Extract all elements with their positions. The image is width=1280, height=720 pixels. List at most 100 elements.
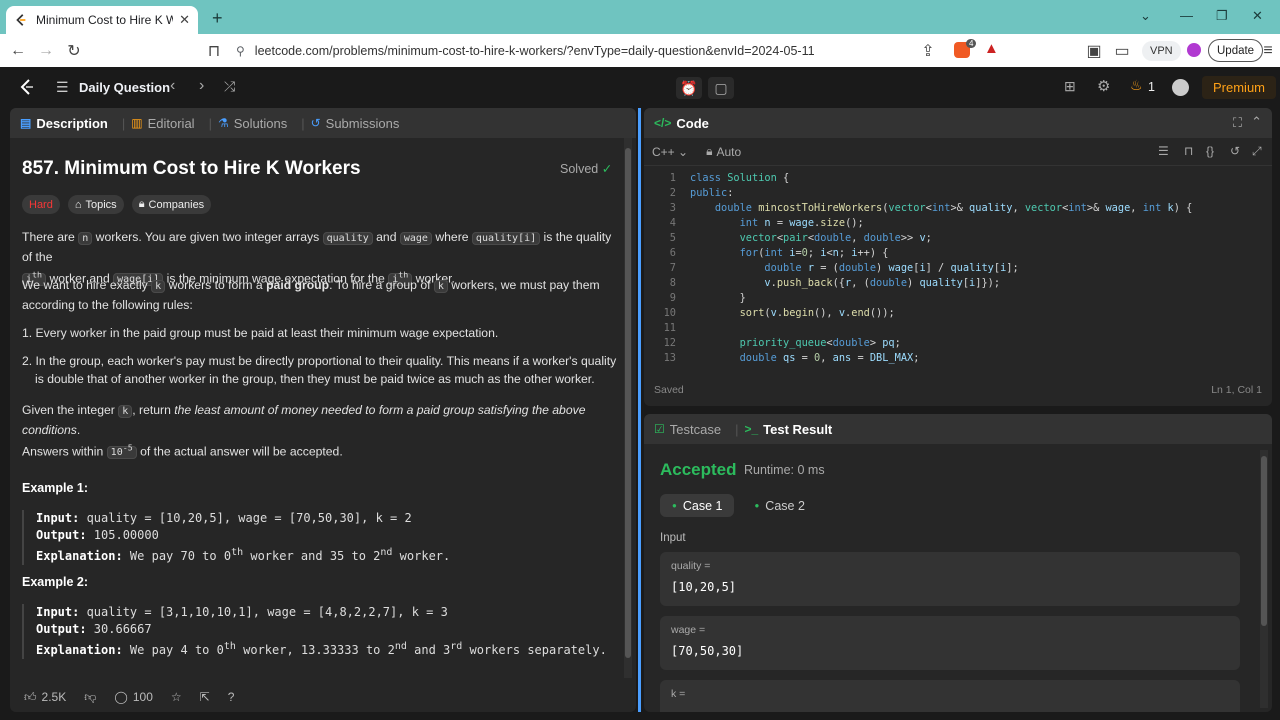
braces-icon[interactable]: {} [1206,144,1214,158]
fullscreen-icon[interactable]: ⤢ [1252,144,1262,159]
submissions-icon: ↺ [310,116,321,130]
close-window-icon[interactable]: ✕ [1252,8,1263,24]
more-icon[interactable]: ⌃ [1251,114,1262,130]
chevron-down-icon: ⌄ [678,144,689,159]
rewards-icon[interactable]: ▲ [984,40,999,57]
next-problem-icon[interactable]: › [199,77,204,95]
tab-editorial[interactable]: ▥ Editorial [131,116,194,131]
reset-icon[interactable]: ↺ [1230,144,1240,158]
share-button[interactable]: ⇱ [194,690,216,704]
tab-submissions[interactable]: ↺ Submissions [311,116,400,131]
inline-code: 10-5 [106,443,137,460]
wallet-icon[interactable]: ▭ [1108,41,1136,61]
tab-testcase[interactable]: ☑ Testcase [654,422,721,437]
tab-search-icon[interactable]: ⌄ [1140,8,1151,24]
case-label: Case 2 [765,498,805,513]
random-problem-icon[interactable]: ⤮ [224,78,235,95]
dislike-button[interactable]: 👎︎ [78,690,102,705]
reload-icon[interactable]: ↻ [60,41,88,61]
case-1-button[interactable]: ● Case 1 [660,494,735,517]
tab-test-result[interactable]: >_ Test Result [744,422,832,437]
input-var-quality: quality = [10,20,5] [660,552,1240,606]
result-scrollbar[interactable] [1260,450,1268,708]
text: There are [22,230,79,244]
minimize-icon[interactable]: — [1180,8,1193,23]
help-button[interactable]: ? [222,690,241,704]
back-icon[interactable]: ← [4,42,32,60]
pass-dot-icon: ● [672,501,677,510]
star-icon: ☆ [170,690,182,704]
daily-question-label[interactable]: Daily Question [79,80,170,95]
tab-label: Editorial [147,115,195,131]
panel-splitter[interactable] [638,108,641,712]
browser-tab[interactable]: Minimum Cost to Hire K Worker ✕ [6,6,198,34]
layout-icon[interactable]: ⊞ [1064,78,1076,95]
language-select[interactable]: C++ ⌄ [652,145,688,159]
scrollbar-thumb[interactable] [1261,456,1267,626]
bookmark-icon[interactable]: ⊓ [200,41,228,61]
description-scrollbar[interactable] [624,138,632,678]
expand-icon[interactable]: ⛶ [1233,115,1242,131]
line-number: 9 [669,292,676,304]
problem-paragraph-2: We want to hire exactly k workers to for… [22,276,618,314]
solved-status: Solved ✓ [560,161,612,176]
site-info-icon[interactable]: ⚲ [236,44,245,58]
tab-description[interactable]: ▤ Description [20,116,108,131]
text: quality = [10,20,5], wage = [70,50,30], … [79,511,412,525]
prev-problem-icon[interactable]: ‹ [170,77,175,95]
autocomplete-mode[interactable]: Auto [716,145,741,159]
case-2-button[interactable]: ● Case 2 [742,494,816,517]
maximize-icon[interactable]: ❐ [1216,8,1228,24]
var-name: k = [671,688,686,700]
streak-fire-icon[interactable]: ♨ [1130,77,1143,94]
vpn-button[interactable]: VPN [1142,41,1181,61]
text: workers separately. [462,643,607,657]
close-tab-icon[interactable]: ✕ [179,12,190,28]
superscript: th [223,641,236,652]
code-tab[interactable]: </> Code [654,116,709,131]
code-panel: </> Code ⛶ ⌃ C++ ⌄ 🔒︎ Auto ☰ ⊓ {} ↺ ⤢ 123… [644,108,1272,406]
text: Answers within [22,444,107,459]
topics-tag[interactable]: ⌂ Topics [67,195,124,214]
timer-icon[interactable]: ⏰ [676,77,702,99]
forward-icon[interactable]: → [32,42,60,60]
superscript: -5 [122,443,133,453]
notes-icon[interactable]: ▢ [708,77,734,99]
premium-label: Premium [1213,80,1266,95]
code-icon: </> [654,116,672,130]
companies-tag[interactable]: 🔒︎ Companies [131,195,212,214]
example-1-box: Input: quality = [10,20,5], wage = [70,5… [22,510,450,565]
shield-badge: 4 [966,39,977,48]
premium-button[interactable]: Premium [1202,76,1277,99]
url-field[interactable]: ⚲ leetcode.com/problems/minimum-cost-to-… [236,38,948,63]
scrollbar-thumb[interactable] [625,148,631,658]
sidebar-icon[interactable]: ▣ [1080,41,1108,61]
menu-icon[interactable]: ≡ [1254,42,1280,60]
text: is double that of another worker in the … [35,372,595,386]
streak-count: 1 [1148,80,1155,94]
code-editor[interactable]: 1 2 3 4 5 6 7 8 9 10 11 12 13 class Solution { publi… [644,168,1272,374]
problem-title[interactable]: 857. Minimum Cost to Hire K Workers [22,158,361,180]
example-line: Output: 105.00000 [36,527,450,544]
settings-gear-icon[interactable]: ⚙ [1097,77,1110,95]
bookmark-icon[interactable]: ⊓ [1184,144,1193,158]
leetcode-logo-icon[interactable] [18,78,36,96]
like-button[interactable]: 👍︎ 2.5K [18,690,72,705]
text: , return [132,403,175,417]
question-icon: ? [227,690,235,704]
new-tab-icon[interactable]: + [212,8,223,29]
line-number: 6 [669,247,676,259]
problem-list-icon[interactable]: ☰ [56,79,69,96]
topics-label: Topics [85,198,117,211]
avatar[interactable] [1172,79,1189,96]
code-header: </> Code ⛶ ⌃ [644,108,1272,138]
checkbox-icon: ☑ [654,422,665,436]
format-icon[interactable]: ☰ [1158,144,1169,158]
comments-button[interactable]: ◯ 100 [108,690,158,704]
favorite-button[interactable]: ☆ [165,690,188,704]
test-tabs: ☑ Testcase | >_ Test Result [644,414,1272,444]
tab-solutions[interactable]: ⚗ Solutions [218,116,287,131]
leo-ai-icon[interactable] [1187,43,1201,57]
share-icon[interactable]: ⇪ [914,41,942,61]
text: 10 [110,447,123,459]
